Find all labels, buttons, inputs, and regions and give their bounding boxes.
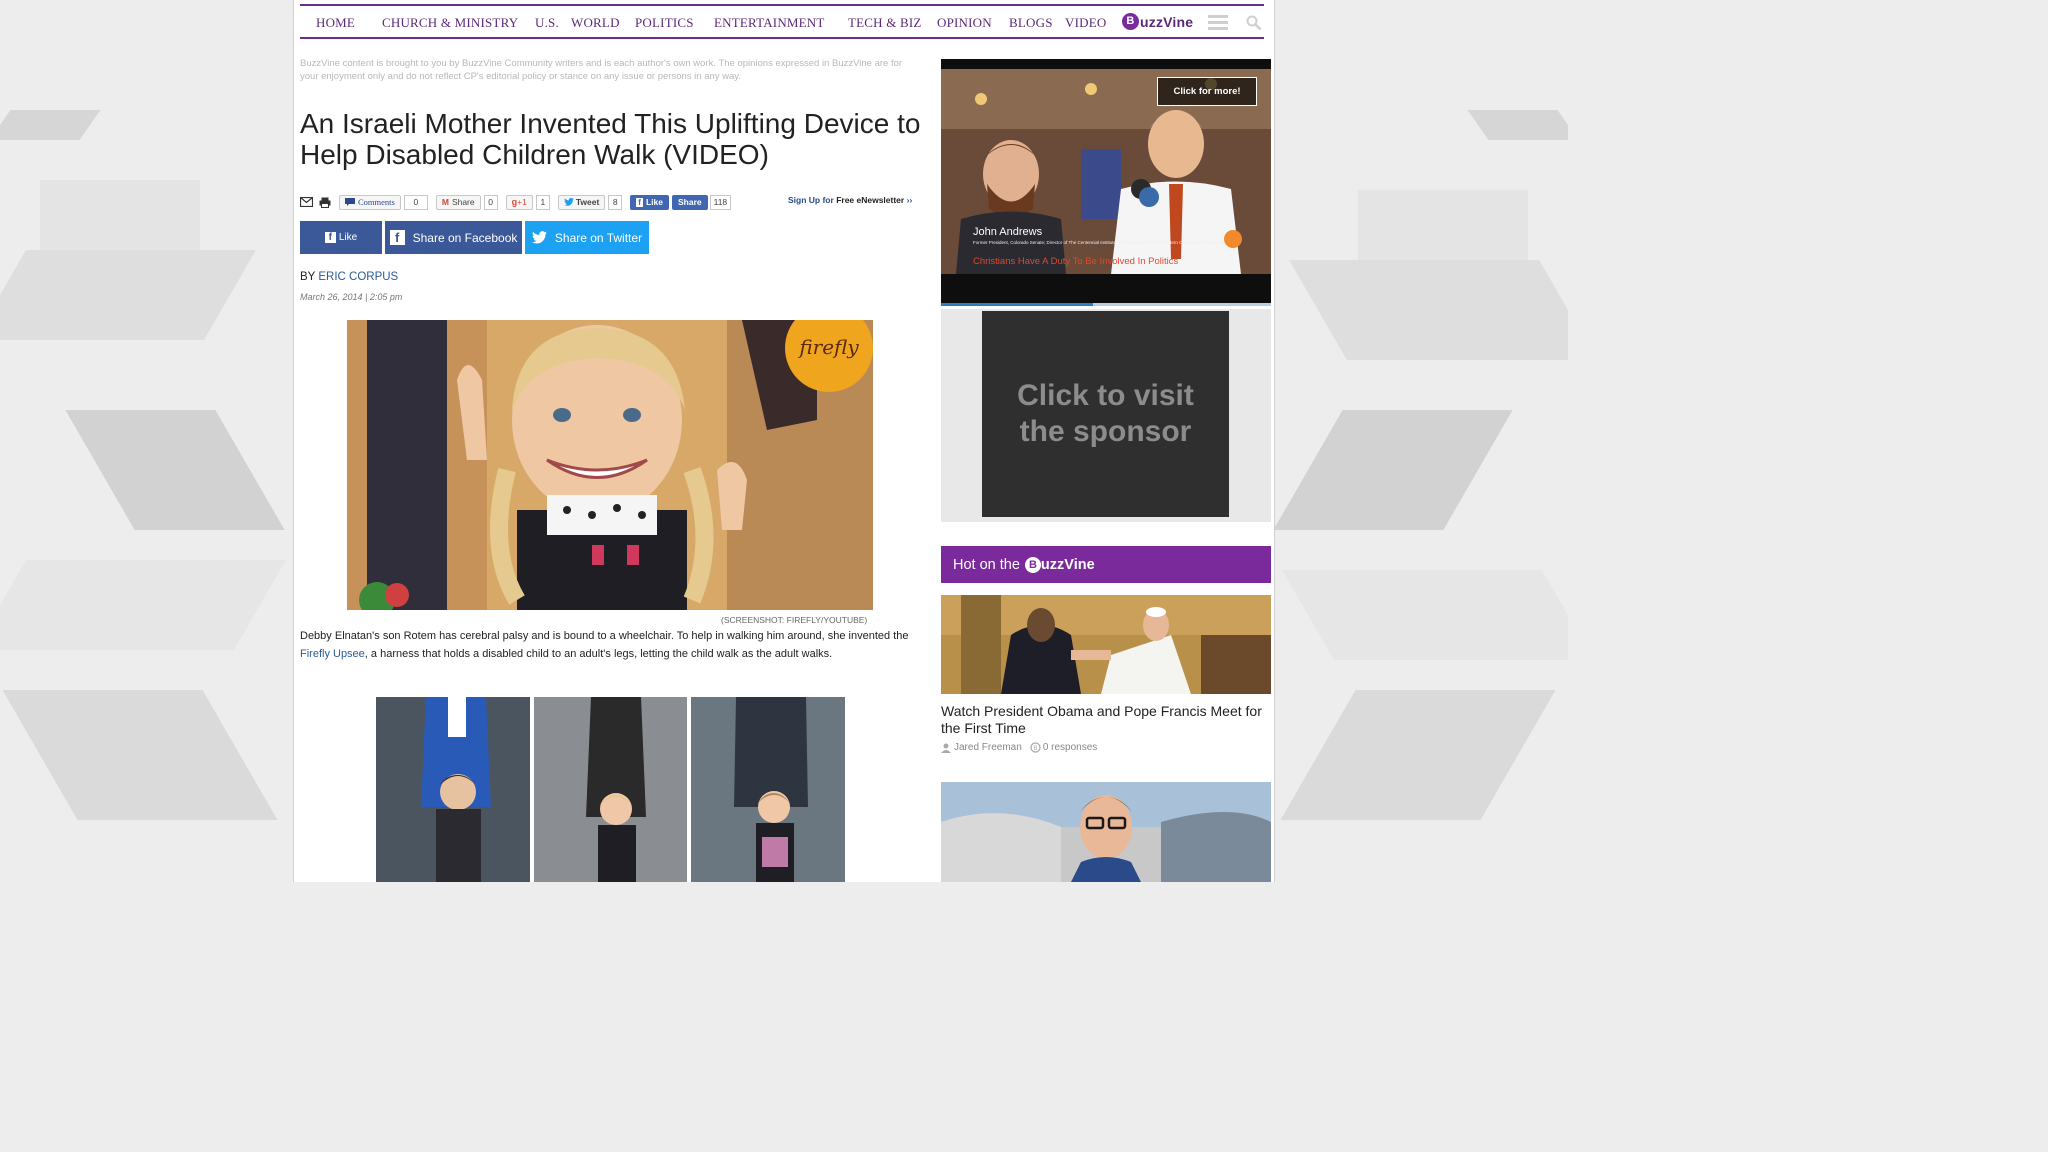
- tweet-button[interactable]: Tweet: [557, 194, 606, 210]
- hot-story-title[interactable]: Watch President Obama and Pope Francis M…: [941, 703, 1271, 737]
- search-icon[interactable]: [1246, 15, 1262, 31]
- page-container: HOME CHURCH & MINISTRY U.S. WORLD POLITI…: [293, 0, 1275, 882]
- author-link[interactable]: ERIC CORPUS: [318, 271, 398, 283]
- nav-opinion[interactable]: OPINION: [937, 15, 992, 31]
- comments-count: 0: [403, 194, 428, 210]
- comments-label: Comments: [358, 197, 395, 207]
- gmail-share-count: 0: [483, 194, 498, 210]
- hot-story-author[interactable]: Jared Freeman: [954, 742, 1022, 753]
- comment-icon: [345, 198, 355, 206]
- video-person-title: Former President, Colorado Senate; Direc…: [973, 240, 1223, 245]
- disclaimer-text: BuzzVine content is brought to you by Bu…: [300, 58, 903, 82]
- nav-world[interactable]: WORLD: [571, 15, 620, 31]
- share-on-facebook-button[interactable]: f Share on Facebook: [385, 221, 522, 254]
- nav-entertainment[interactable]: ENTERTAINMENT: [714, 15, 825, 31]
- article-paragraph: Debby Elnatan's son Rotem has cerebral p…: [300, 627, 910, 663]
- nav-tech-biz[interactable]: TECH & BIZ: [848, 15, 922, 31]
- share-on-facebook-label: Share on Facebook: [412, 230, 518, 245]
- comments-button[interactable]: Comments: [339, 194, 401, 210]
- share-on-twitter-button[interactable]: Share on Twitter: [525, 221, 649, 254]
- newsletter-bold: Free eNewsletter: [836, 195, 905, 205]
- hot-story-meta: Jared Freeman B 0 responses: [941, 742, 1097, 753]
- photo-caption: (SCREENSHOT: FIREFLY/YOUTUBE): [721, 615, 868, 625]
- fb-share-mini-button[interactable]: Share: [671, 194, 708, 210]
- gplus-count: 1: [535, 194, 550, 210]
- video-progress-bar[interactable]: [941, 303, 1271, 306]
- sponsor-ad-panel[interactable]: Click to visit the sponsor: [982, 311, 1229, 517]
- gmail-icon: M: [441, 197, 449, 207]
- gplus-button[interactable]: g +1: [505, 194, 533, 210]
- share-toolbar: Comments 0 M Share 0 g +1 1 Tweet 8 f Li…: [300, 194, 739, 210]
- nav-politics[interactable]: POLITICS: [635, 15, 694, 31]
- man-with-glasses-photo: [941, 782, 1271, 882]
- sponsor-line-2: the sponsor: [1019, 415, 1192, 448]
- user-icon: [941, 743, 951, 753]
- article-second-image[interactable]: [376, 697, 845, 882]
- facebook-like-button[interactable]: f Like: [300, 221, 382, 254]
- video-banner-text: Christians Have A Duty To Be Involved In…: [973, 256, 1178, 267]
- email-icon[interactable]: [300, 197, 313, 207]
- hot-story-image-2[interactable]: [941, 782, 1271, 882]
- video-ad-player[interactable]: John Andrews Former President, Colorado …: [941, 59, 1271, 304]
- hot-header-prefix: Hot on the: [953, 556, 1020, 573]
- sponsor-ad[interactable]: Click to visit the sponsor: [941, 309, 1271, 522]
- article-byline: BY ERIC CORPUS: [300, 271, 398, 283]
- click-for-more-button[interactable]: Click for more!: [1157, 77, 1257, 106]
- paragraph-text-2: , a harness that holds a disabled child …: [364, 648, 833, 660]
- children-walking-photo: [376, 697, 845, 882]
- paragraph-text-1: Debby Elnatan's son Rotem has cerebral p…: [300, 630, 909, 642]
- tweet-count: 8: [608, 194, 623, 210]
- fb-like-mini-button[interactable]: f Like: [630, 194, 669, 210]
- gplus-label: +1: [517, 197, 527, 207]
- nav-church-ministry[interactable]: CHURCH & MINISTRY: [382, 15, 518, 31]
- gmail-share-label: Share: [451, 197, 475, 207]
- twitter-bird-icon: [564, 198, 574, 206]
- menu-icon[interactable]: [1208, 15, 1228, 31]
- sponsor-line-1: Click to visit: [1017, 379, 1194, 412]
- newsletter-arrow: ››: [906, 195, 913, 205]
- twitter-bird-icon: [531, 231, 547, 244]
- fb-count: 118: [709, 194, 732, 210]
- girl-in-harness-photo: firefly: [347, 320, 873, 610]
- nav-home[interactable]: HOME: [316, 15, 355, 31]
- facebook-icon: f: [636, 197, 643, 207]
- facebook-like-label: Like: [338, 232, 358, 243]
- tweet-label: Tweet: [575, 197, 600, 207]
- nav-blogs[interactable]: BLOGS: [1009, 15, 1053, 31]
- fb-like-mini-label: Like: [645, 197, 663, 207]
- responses-icon: B: [1030, 742, 1041, 753]
- video-person-name: John Andrews: [973, 226, 1043, 238]
- print-icon[interactable]: [319, 197, 331, 208]
- firefly-watermark: firefly: [797, 335, 859, 359]
- facebook-icon: f: [324, 232, 336, 243]
- hot-on-buzzvine-header: Hot on the B uzzVine: [941, 546, 1271, 583]
- nav-video[interactable]: VIDEO: [1065, 15, 1106, 31]
- video-progress-fill: [941, 303, 1093, 306]
- share-on-twitter-label: Share on Twitter: [554, 230, 643, 245]
- article-hero-image[interactable]: firefly: [347, 320, 873, 610]
- byline-prefix: BY: [300, 271, 316, 283]
- buzzvine-logo[interactable]: B uzzVine: [1122, 13, 1193, 30]
- firefly-upsee-link[interactable]: Firefly Upsee: [300, 648, 365, 660]
- hot-story-image[interactable]: [941, 595, 1271, 694]
- obama-pope-photo: [941, 595, 1271, 694]
- hot-header-logo-text: uzzVine: [1040, 556, 1095, 573]
- hot-story-responses[interactable]: 0 responses: [1043, 742, 1097, 753]
- click-for-more-label: Click for more!: [1173, 86, 1241, 97]
- main-nav: HOME CHURCH & MINISTRY U.S. WORLD POLITI…: [300, 4, 1264, 39]
- article-headline: An Israeli Mother Invented This Upliftin…: [300, 108, 921, 170]
- article-date: March 26, 2014 | 2:05 pm: [300, 292, 403, 302]
- buzzvine-logo-text: uzzVine: [1140, 13, 1194, 30]
- newsletter-prefix: Sign Up for: [788, 195, 834, 205]
- nav-us[interactable]: U.S.: [535, 15, 559, 31]
- newsletter-signup-link[interactable]: Sign Up for Free eNewsletter ››: [788, 195, 912, 205]
- facebook-icon: f: [389, 230, 405, 245]
- buzzvine-logo-mark: B: [1122, 13, 1139, 30]
- svg-text:B: B: [1033, 745, 1037, 752]
- gmail-share-button[interactable]: M Share: [435, 194, 481, 210]
- buzzvine-logo-mark: B: [1024, 556, 1041, 573]
